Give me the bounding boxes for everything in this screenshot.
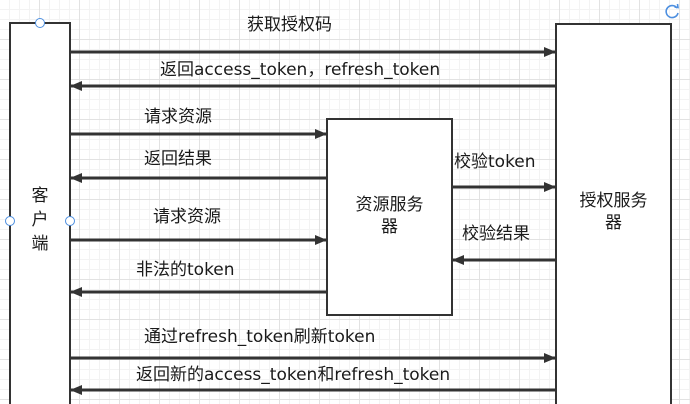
message-verify-result: 校验结果 [462,224,530,244]
message-verify-token: 校验token [454,152,536,172]
message-return-new-tokens: 返回新的access_token和refresh_token [136,365,451,385]
message-refresh-token: 通过refresh_token刷新token [144,327,376,347]
message-invalid-token: 非法的token [136,260,235,280]
message-return-result: 返回结果 [144,149,212,169]
message-return-tokens: 返回access_token，refresh_token [160,60,441,80]
selection-handle-top[interactable] [35,18,45,28]
client-label: 客 户 端 [31,186,49,254]
resource-server-label: 资源服务 器 [355,195,424,237]
message-get-auth-code: 获取授权码 [247,15,332,35]
message-request-resource-2: 请求资源 [153,207,221,227]
auth-server-label: 授权服务 器 [579,191,648,233]
refresh-icon[interactable] [662,2,682,22]
message-request-resource-1: 请求资源 [144,107,212,127]
